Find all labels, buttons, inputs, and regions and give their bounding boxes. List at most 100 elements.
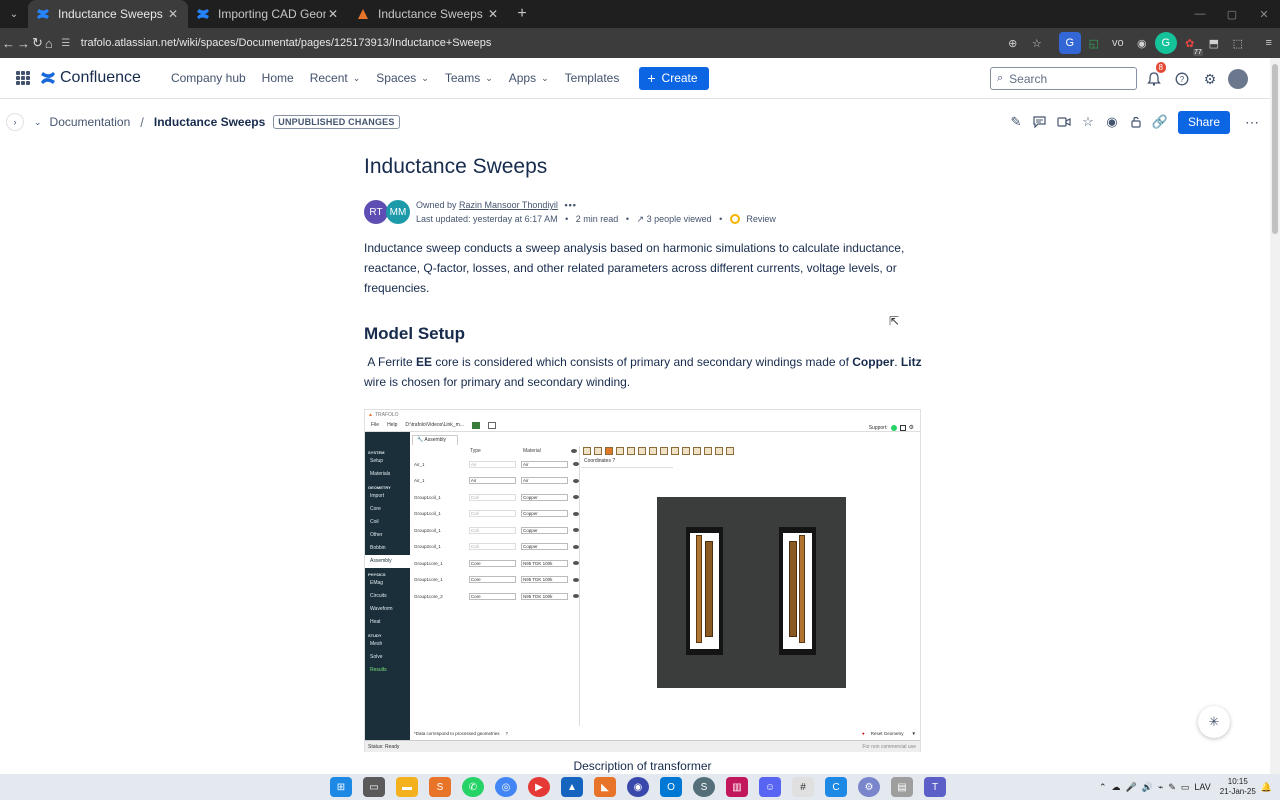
- minimize-icon[interactable]: —: [1184, 0, 1216, 28]
- app-switcher-icon[interactable]: [16, 71, 30, 85]
- language-indicator[interactable]: LAV: [1194, 782, 1210, 792]
- page-scrollbar[interactable]: [1270, 58, 1280, 774]
- discord-icon[interactable]: ☺: [759, 777, 781, 797]
- clock[interactable]: 10:15 21-Jan-25: [1220, 777, 1256, 797]
- nav-apps[interactable]: Apps ⌄: [501, 71, 557, 85]
- new-tab-button[interactable]: +: [508, 0, 536, 28]
- chrome-icon[interactable]: ◎: [495, 777, 517, 797]
- grammarly-icon[interactable]: G: [1154, 32, 1177, 54]
- file-explorer-icon[interactable]: ▬: [396, 777, 418, 797]
- more-icon[interactable]: •••: [564, 200, 576, 210]
- app-icon[interactable]: C: [825, 777, 847, 797]
- embedded-app-screenshot[interactable]: ▲ TRAFOLO File Help D:\trafolo\Videos\Li…: [364, 409, 921, 752]
- reset-geometry-button: Reset Geometry: [870, 730, 904, 736]
- nav-templates[interactable]: Templates: [557, 71, 628, 85]
- start-windows-icon[interactable]: ⊞: [330, 777, 352, 797]
- avatar[interactable]: MM: [386, 200, 410, 224]
- copy-link-icon[interactable]: 🔗: [1148, 110, 1172, 134]
- share-button[interactable]: Share: [1177, 110, 1230, 134]
- review-status[interactable]: Review: [746, 214, 776, 224]
- tab-close-icon[interactable]: ✕: [486, 7, 500, 21]
- viewers-link[interactable]: 3 people viewed: [647, 214, 712, 224]
- comment-icon[interactable]: [1028, 110, 1052, 134]
- close-window-icon[interactable]: ✕: [1248, 0, 1280, 28]
- nav-home[interactable]: Home: [254, 71, 302, 85]
- home-icon[interactable]: ⌂: [45, 31, 53, 55]
- reading-list-icon[interactable]: ≡: [1258, 32, 1280, 54]
- chevron-down-icon[interactable]: ⌄: [34, 117, 42, 128]
- tray-overflow-icon[interactable]: ⌃: [1099, 782, 1107, 793]
- nav-recent[interactable]: Recent ⌄: [302, 71, 369, 85]
- zoom-icon[interactable]: ⊕: [1002, 32, 1024, 54]
- app-icon[interactable]: ▤: [891, 777, 913, 797]
- bookmark-star-icon[interactable]: ☆: [1026, 32, 1048, 54]
- app-icon[interactable]: S: [429, 777, 451, 797]
- notifications-bell-icon[interactable]: 8: [1140, 62, 1168, 92]
- more-actions-icon[interactable]: ⋯: [1240, 114, 1264, 131]
- tab-search-chevron-icon[interactable]: ⌄: [0, 0, 28, 28]
- browser-tab-2[interactable]: Importing CAD Geometries - D ✕: [188, 0, 348, 28]
- whatsapp-icon[interactable]: ✆: [462, 777, 484, 797]
- pen-icon[interactable]: ✎: [1168, 782, 1176, 793]
- tab-close-icon[interactable]: ✕: [166, 7, 180, 21]
- create-button[interactable]: + Create: [639, 66, 709, 90]
- breadcrumb-current-page[interactable]: Inductance Sweeps: [154, 115, 265, 129]
- expand-sidebar-icon[interactable]: ›: [6, 113, 24, 131]
- help-icon[interactable]: ?: [1168, 66, 1196, 92]
- teams-icon[interactable]: T: [924, 777, 946, 797]
- app-icon[interactable]: ▥: [726, 777, 748, 797]
- search-input[interactable]: ⌕ Search: [990, 67, 1137, 90]
- restrictions-lock-icon[interactable]: [1124, 110, 1148, 134]
- photos-icon[interactable]: ▲: [561, 777, 583, 797]
- extension-icon[interactable]: ⬒: [1203, 32, 1225, 54]
- translate-extension-icon[interactable]: G: [1058, 32, 1081, 54]
- forward-arrow-icon[interactable]: →: [17, 31, 30, 55]
- extension-icon[interactable]: ◱: [1083, 32, 1105, 54]
- extensions-puzzle-icon[interactable]: ⬚: [1227, 32, 1249, 54]
- confluence-logo[interactable]: Confluence: [40, 69, 141, 87]
- nav-company-hub[interactable]: Company hub: [163, 71, 254, 85]
- clock-date: 21-Jan-25: [1219, 787, 1256, 796]
- nav-teams[interactable]: Teams ⌄: [437, 71, 501, 85]
- app-icon[interactable]: S: [693, 777, 715, 797]
- camera-extension-icon[interactable]: ◉: [1131, 32, 1153, 54]
- task-view-icon[interactable]: ▭: [363, 777, 385, 797]
- watch-eye-icon[interactable]: ◉: [1100, 110, 1124, 134]
- breadcrumb-space-link[interactable]: Documentation: [50, 115, 131, 129]
- volume-icon[interactable]: 🔊: [1142, 782, 1153, 793]
- trafolo-icon[interactable]: ◣: [594, 777, 616, 797]
- unpublished-changes-badge[interactable]: UNPUBLISHED CHANGES: [273, 115, 400, 129]
- battery-icon[interactable]: ▭: [1181, 782, 1190, 793]
- sidebar-item: Other: [370, 532, 383, 538]
- outlook-icon[interactable]: O: [660, 777, 682, 797]
- confluence-favicon-icon: [196, 7, 210, 21]
- browser-tab-3[interactable]: Inductance Sweeps – TRAFOLO ✕: [348, 0, 508, 28]
- back-arrow-icon[interactable]: ←: [2, 31, 15, 55]
- site-info-icon[interactable]: ☰: [59, 36, 73, 50]
- avatar[interactable]: RT: [364, 200, 388, 224]
- ai-assistant-button[interactable]: ✳: [1198, 706, 1230, 738]
- user-avatar[interactable]: [1224, 66, 1252, 92]
- browser-tab-1[interactable]: Inductance Sweeps - Documen ✕: [28, 0, 188, 28]
- star-icon[interactable]: ☆: [1076, 110, 1100, 134]
- settings-gear-icon[interactable]: ⚙: [1196, 66, 1224, 92]
- extension-icon[interactable]: ✿ 77: [1179, 32, 1203, 56]
- microphone-icon[interactable]: 🎤: [1125, 782, 1136, 793]
- maximize-icon[interactable]: ▢: [1216, 0, 1248, 28]
- tab-close-icon[interactable]: ✕: [326, 7, 340, 21]
- extension-icon[interactable]: vo: [1107, 32, 1129, 54]
- reload-icon[interactable]: ↻: [32, 31, 43, 55]
- nav-spaces[interactable]: Spaces ⌄: [368, 71, 437, 85]
- cloud-icon[interactable]: ☁: [1111, 782, 1120, 793]
- settings-icon[interactable]: ⚙: [858, 777, 880, 797]
- slack-icon[interactable]: #: [792, 777, 814, 797]
- video-icon[interactable]: [1052, 110, 1076, 134]
- media-player-icon[interactable]: ▶: [528, 777, 550, 797]
- edit-pencil-icon[interactable]: ✎: [1004, 110, 1028, 134]
- scrollbar-thumb[interactable]: [1272, 64, 1278, 234]
- notification-center-icon[interactable]: 🔔: [1261, 782, 1272, 793]
- app-icon[interactable]: ◉: [627, 777, 649, 797]
- url-field[interactable]: ☰ trafolo.atlassian.net/wiki/spaces/Docu…: [59, 31, 939, 55]
- network-icon[interactable]: ⌁: [1158, 782, 1163, 793]
- owner-link[interactable]: Razin Mansoor Thondiyil: [459, 200, 558, 210]
